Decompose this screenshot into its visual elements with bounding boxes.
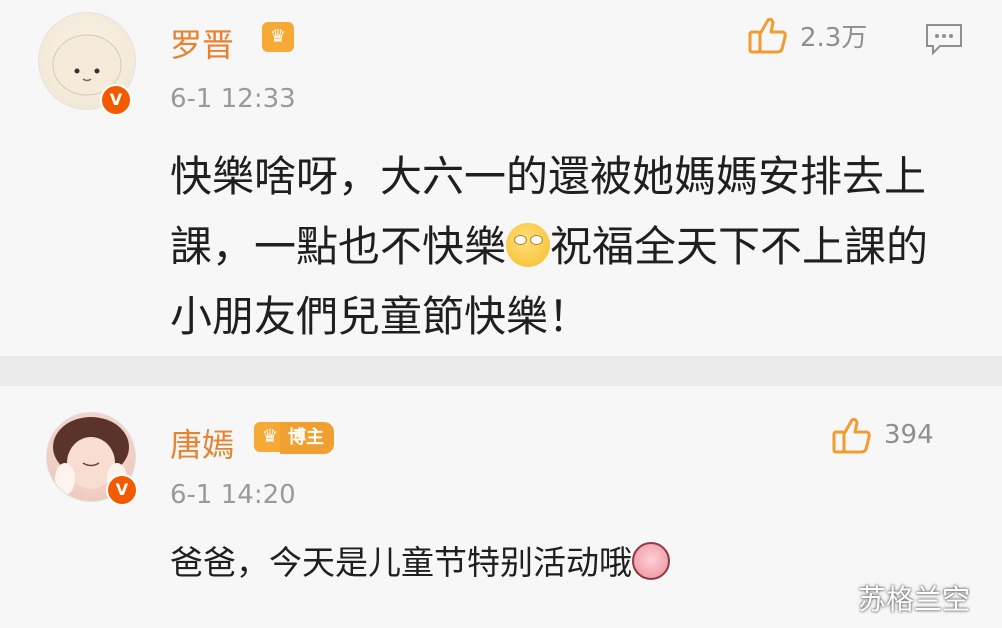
thumbs-up-icon (748, 17, 787, 54)
watermark: 苏格兰空 (858, 583, 971, 616)
comment-text: 快樂啥呀，大六一的還被她媽媽安排去上課，一點也不快樂 祝福全天下不上課的小朋友們兒… (170, 142, 950, 352)
crown-badge-icon: ♛ (262, 22, 294, 52)
pig-face-emoji-icon (632, 542, 670, 580)
username[interactable]: 罗晋 (170, 20, 234, 66)
comment-time: 6-1 14:20 (170, 480, 296, 510)
comment-more-icon[interactable] (924, 22, 964, 60)
author-badge: 博主 (280, 422, 334, 454)
comment-text: 爸爸，今天是儿童节特别活动哦 (170, 528, 950, 598)
username[interactable]: 唐嫣 (170, 420, 234, 466)
verified-badge-icon: V (100, 84, 132, 116)
like-count: 2.3万 (800, 22, 868, 53)
eye-roll-emoji-icon (506, 223, 551, 267)
verified-badge-icon: V (106, 474, 138, 506)
like-button[interactable]: 394 (832, 416, 934, 454)
divider (0, 356, 1002, 386)
like-button[interactable]: 2.3万 (748, 16, 867, 54)
comment-time: 6-1 12:33 (170, 84, 296, 114)
like-count: 394 (884, 420, 934, 450)
thumbs-up-icon (832, 417, 871, 454)
comment-text-part-1: 爸爸，今天是儿童节特别活动哦 (170, 543, 632, 582)
